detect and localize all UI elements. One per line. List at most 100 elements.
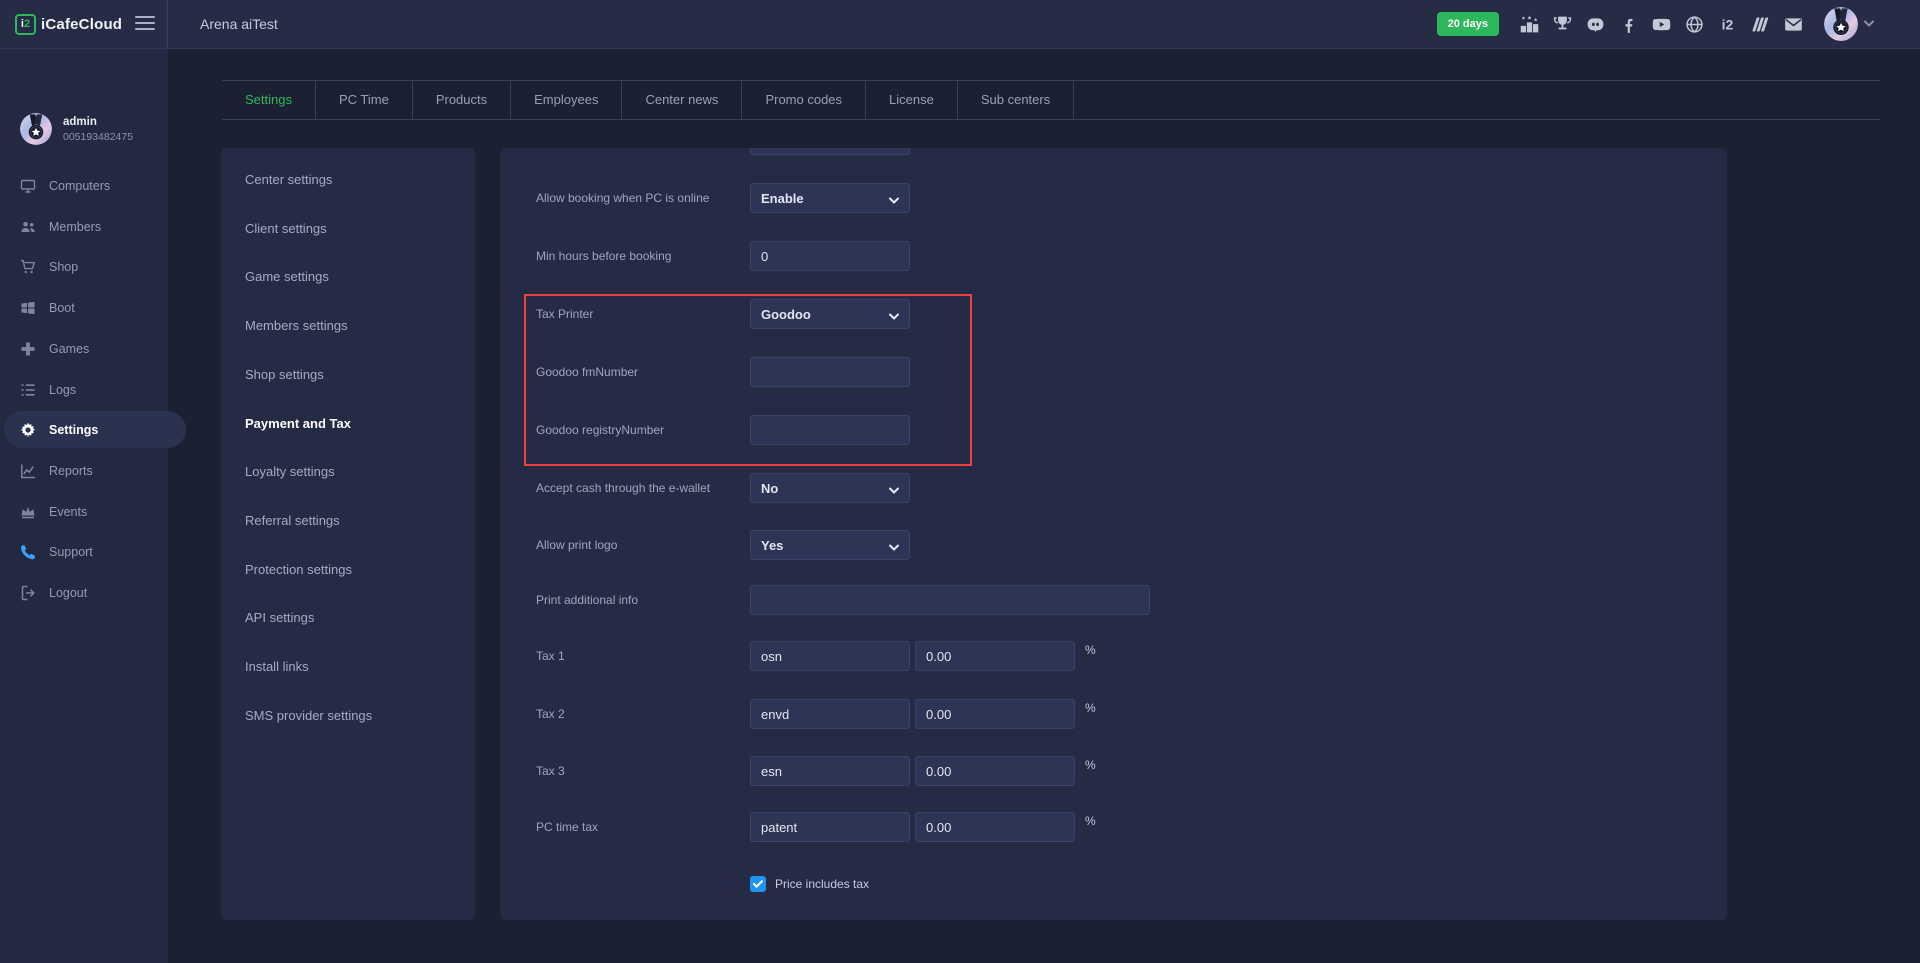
- trophy-icon[interactable]: [1552, 14, 1573, 35]
- website-icon[interactable]: [1684, 14, 1705, 35]
- truncated-input[interactable]: [750, 148, 910, 155]
- min-hours-before-booking-input[interactable]: 0: [750, 241, 910, 271]
- sidebar-item-label: Members: [49, 220, 101, 234]
- tax-1-rate-input[interactable]: 0.00: [915, 641, 1075, 671]
- sidebar-item-computers[interactable]: Computers: [0, 167, 168, 204]
- payment-tax-form: Price includes tax Allow booking when PC…: [500, 148, 1727, 920]
- icafecloud-icon[interactable]: i2: [1717, 14, 1738, 35]
- tax-3-rate-input[interactable]: 0.00: [915, 756, 1075, 786]
- social-links: i2: [1519, 14, 1804, 35]
- tab-promo-codes[interactable]: Promo codes: [742, 81, 866, 119]
- percent-suffix: %: [1085, 758, 1096, 772]
- price-includes-tax-checkbox[interactable]: Price includes tax: [750, 876, 869, 892]
- user-name: admin: [63, 116, 133, 128]
- sidebar-item-logs[interactable]: Logs: [0, 371, 168, 408]
- subnav-item-api-settings[interactable]: API settings: [245, 608, 314, 628]
- subnav-item-members-settings[interactable]: Members settings: [245, 316, 348, 336]
- app-logo[interactable]: i2 iCafeCloud: [15, 0, 122, 49]
- sidebar-item-settings[interactable]: Settings: [4, 411, 186, 448]
- percent-suffix: %: [1085, 814, 1096, 828]
- goodoo-registrynumber-input[interactable]: [750, 415, 910, 445]
- sidebar-item-label: Events: [49, 505, 87, 519]
- subnav-item-game-settings[interactable]: Game settings: [245, 267, 329, 287]
- sidebar-item-label: Shop: [49, 260, 78, 274]
- subnav-item-payment-and-tax[interactable]: Payment and Tax: [245, 414, 351, 434]
- accept-cash-through-the-e-wallet-select[interactable]: No: [750, 473, 910, 503]
- sidebar-item-logout[interactable]: Logout: [0, 574, 168, 611]
- tab-license[interactable]: License: [866, 81, 958, 119]
- tab-settings[interactable]: Settings: [222, 81, 316, 119]
- tax-printer-select[interactable]: Goodoo: [750, 299, 910, 329]
- select-value: Yes: [761, 538, 783, 553]
- form-row-allow-booking-when-pc-is-online: Allow booking when PC is onlineEnable: [500, 183, 1727, 213]
- tab-products[interactable]: Products: [413, 81, 511, 119]
- settings-subnav: Center settings Client settings Game setti…: [221, 148, 475, 920]
- subnav-item-shop-settings[interactable]: Shop settings: [245, 365, 324, 385]
- form-row-print-additional-info: Print additional info: [500, 585, 1727, 615]
- pc-time-tax-rate-input[interactable]: 0.00: [915, 812, 1075, 842]
- mail-icon[interactable]: [1783, 14, 1804, 35]
- facebook-icon[interactable]: [1618, 14, 1639, 35]
- field-label: Print additional info: [536, 585, 638, 615]
- subnav-item-referral-settings[interactable]: Referral settings: [245, 511, 340, 531]
- tab-employees[interactable]: Employees: [511, 81, 622, 119]
- layers-icon[interactable]: [1750, 14, 1771, 35]
- icafecloud-logo-icon: i2: [15, 14, 36, 35]
- field-label: Tax 3: [536, 756, 565, 786]
- goodoo-fmnumber-input[interactable]: [750, 357, 910, 387]
- allow-print-logo-select[interactable]: Yes: [750, 530, 910, 560]
- tax-2-rate-input[interactable]: 0.00: [915, 699, 1075, 729]
- topbar-right: 20 days i2: [1437, 7, 1920, 41]
- select-value: Goodoo: [761, 307, 811, 322]
- menu-toggle-icon[interactable]: [135, 16, 155, 34]
- select-value: Enable: [761, 191, 804, 206]
- form-row-tax-printer: Tax Printer Goodoo: [500, 299, 1727, 329]
- sidebar-item-label: Support: [49, 545, 93, 559]
- gear-icon: [20, 422, 36, 438]
- sidebar-item-members[interactable]: Members: [0, 208, 168, 245]
- youtube-icon[interactable]: [1651, 14, 1672, 35]
- sidebar-item-label: Reports: [49, 464, 93, 478]
- subnav-item-sms-provider-settings[interactable]: SMS provider settings: [245, 706, 372, 726]
- user-avatar: [1824, 7, 1858, 41]
- tax-1-name-input[interactable]: osn: [750, 641, 910, 671]
- field-label: Tax Printer: [536, 299, 593, 329]
- sidebar-item-shop[interactable]: Shop: [0, 248, 168, 285]
- allow-booking-when-pc-is-online-select[interactable]: Enable: [750, 183, 910, 213]
- tab-bar: SettingsPC TimeProductsEmployeesCenter n…: [222, 80, 1880, 120]
- subnav-item-loyalty-settings[interactable]: Loyalty settings: [245, 462, 335, 482]
- form-row-pc-time-tax: PC time taxpatent0.00%: [500, 812, 1727, 842]
- sidebar-item-games[interactable]: Games: [0, 330, 168, 367]
- cart-icon: [20, 259, 36, 275]
- sidebar-item-label: Logs: [49, 383, 76, 397]
- crown-icon: [20, 504, 36, 520]
- topbar: i2 iCafeCloud Arena aiTest 20 days i2: [0, 0, 1920, 49]
- sidebar-item-label: Settings: [49, 423, 98, 437]
- checkbox-label: Price includes tax: [775, 877, 869, 891]
- subnav-item-client-settings[interactable]: Client settings: [245, 219, 327, 239]
- tax-3-name-input[interactable]: esn: [750, 756, 910, 786]
- ranking-icon[interactable]: [1519, 14, 1540, 35]
- subnav-item-install-links[interactable]: Install links: [245, 657, 309, 677]
- field-label: Tax 1: [536, 641, 565, 671]
- subnav-item-center-settings[interactable]: Center settings: [245, 170, 332, 190]
- tab-pc-time[interactable]: PC Time: [316, 81, 413, 119]
- form-row-goodoo-fmnumber: Goodoo fmNumber: [500, 357, 1727, 387]
- percent-suffix: %: [1085, 643, 1096, 657]
- sidebar-item-support[interactable]: Support: [0, 533, 168, 570]
- discord-icon[interactable]: [1585, 14, 1606, 35]
- pc-time-tax-name-input[interactable]: patent: [750, 812, 910, 842]
- tax-2-name-input[interactable]: envd: [750, 699, 910, 729]
- print-additional-info-input[interactable]: [750, 585, 1150, 615]
- sidebar-item-reports[interactable]: Reports: [0, 452, 168, 489]
- sidebar-item-events[interactable]: Events: [0, 493, 168, 530]
- chevron-down-icon: [889, 194, 899, 204]
- tab-center-news[interactable]: Center news: [622, 81, 742, 119]
- sidebar-item-boot[interactable]: Boot: [0, 289, 168, 326]
- tab-sub-centers[interactable]: Sub centers: [958, 81, 1074, 119]
- user-menu[interactable]: [1824, 7, 1874, 41]
- chevron-down-icon: [889, 541, 899, 551]
- license-days-badge[interactable]: 20 days: [1437, 12, 1499, 36]
- field-label: Goodoo registryNumber: [536, 415, 664, 445]
- subnav-item-protection-settings[interactable]: Protection settings: [245, 560, 352, 580]
